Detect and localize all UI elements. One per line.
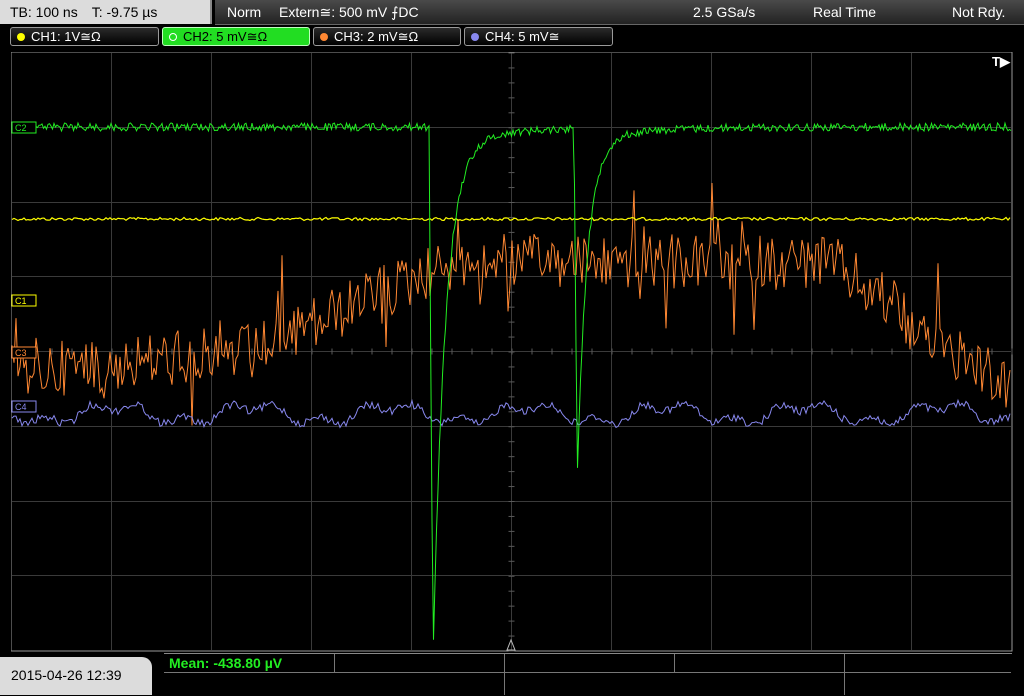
channel-4-label: CH4: 5 mV≅ xyxy=(485,28,560,44)
channel-4-button[interactable]: CH4: 5 mV≅ xyxy=(464,27,613,46)
channel-2-dot-icon xyxy=(169,32,177,41)
channel-3-label: CH3: 2 mV≅Ω xyxy=(334,28,419,44)
channel-2-marker-label: C2 xyxy=(15,123,27,133)
measurement-cell xyxy=(164,673,505,695)
measurement-table[interactable]: Mean: -438.80 µV xyxy=(164,653,1012,696)
channel-1-marker-label: C1 xyxy=(15,296,27,306)
trigger-time-label: T: -9.75 µs xyxy=(91,4,158,20)
channel-3-dot-icon xyxy=(320,32,328,41)
channel-2-marker[interactable]: C2 xyxy=(11,121,37,134)
acquisition-mode-label: Real Time xyxy=(813,4,877,20)
channel-3-marker-label: C3 xyxy=(15,348,27,358)
datetime-panel: 2015-04-26 12:39 xyxy=(0,657,152,695)
measurement-cell xyxy=(504,673,845,695)
channel-1-marker[interactable]: C1 xyxy=(11,294,37,307)
channel-4-marker[interactable]: C4 xyxy=(11,400,37,413)
channel-4-marker-label: C4 xyxy=(15,402,27,412)
trigger-source-label: Extern≅: 500 mV ⨍DC xyxy=(279,4,419,20)
measurement-cell xyxy=(504,654,675,673)
mean-measurement: Mean: -438.80 µV xyxy=(169,655,283,671)
timebase-label: TB: 100 ns xyxy=(10,4,78,20)
channel-1-label: CH1: 1V≅Ω xyxy=(31,28,101,44)
measurement-cell xyxy=(844,654,1011,673)
channel-2-label: CH2: 5 mV≅Ω xyxy=(183,28,268,44)
datetime-label: 2015-04-26 12:39 xyxy=(11,667,122,683)
trigger-mode-label: Norm xyxy=(227,4,262,20)
channel-1-button[interactable]: CH1: 1V≅Ω xyxy=(10,27,159,46)
measurement-cell xyxy=(334,654,505,673)
acquisition-status-bar[interactable]: Norm Extern≅: 500 mV ⨍DC 2.5 GSa/s Real … xyxy=(215,0,1024,25)
channel-4-dot-icon xyxy=(471,32,479,41)
measurement-cell xyxy=(674,654,845,673)
waveform-display[interactable]: C1 C2 C3 C4 xyxy=(11,52,1013,652)
channel-1-dot-icon xyxy=(17,32,25,41)
trigger-level-marker[interactable]: T▶ xyxy=(992,54,1010,70)
measurement-cell: Mean: -438.80 µV xyxy=(164,654,335,673)
channel-2-button[interactable]: CH2: 5 mV≅Ω xyxy=(162,27,310,46)
channel-bar: CH1: 1V≅Ω CH2: 5 mV≅Ω CH3: 2 mV≅Ω CH4: 5… xyxy=(0,26,1024,48)
sample-rate-label: 2.5 GSa/s xyxy=(693,4,756,20)
channel-3-marker[interactable]: C3 xyxy=(11,346,37,359)
run-status-label: Not Rdy. xyxy=(952,4,1006,20)
channel-3-button[interactable]: CH3: 2 mV≅Ω xyxy=(313,27,461,46)
timebase-panel[interactable]: TB: 100 ns T: -9.75 µs xyxy=(0,0,212,24)
